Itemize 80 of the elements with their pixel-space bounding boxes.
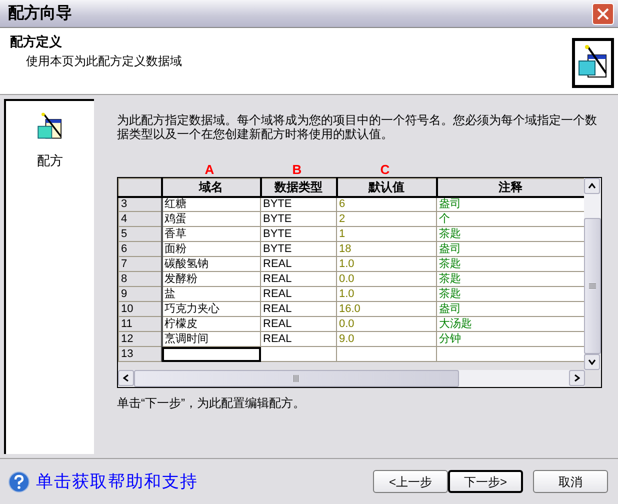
table-cell: 2 xyxy=(336,212,436,226)
hint-text: 单击“下一步”，为此配置编辑配方。 xyxy=(117,395,306,412)
table-cell: 柠檬皮 xyxy=(162,316,260,332)
table-cell: 1 xyxy=(336,226,436,242)
table-cell: 1.0 xyxy=(336,286,436,302)
table-cell: 16.0 xyxy=(336,302,436,316)
table-cell: 茶匙 xyxy=(436,226,584,242)
table-cell: BYTE xyxy=(260,212,336,226)
table-cell: 茶匙 xyxy=(436,256,584,272)
wizard-icon xyxy=(572,38,614,88)
table-cell: REAL xyxy=(260,302,336,316)
page-subtitle: 使用本页为此配方定义数据域 xyxy=(25,52,182,70)
table-cell: REAL xyxy=(260,272,336,286)
table-cell: 0.0 xyxy=(336,272,436,286)
table-cell: REAL xyxy=(260,286,336,302)
column-header[interactable]: 默认值 xyxy=(336,178,436,196)
instructions-text: 为此配方指定数据域。每个域将成为您的项目中的一个符号名。您必须为每个域指定一个数据类型以及一个在您创建新配方时将使用的默认值。 xyxy=(117,113,598,141)
table-cell: 盎司 xyxy=(436,242,584,256)
table-cell: 香草 xyxy=(162,226,260,242)
chevron-left-icon xyxy=(123,374,129,382)
window-title: 配方向导 xyxy=(8,3,72,24)
column-marker: C xyxy=(379,163,391,177)
row-number[interactable]: 7 xyxy=(118,256,162,272)
table-cell: 茶匙 xyxy=(436,272,584,286)
input-field[interactable] xyxy=(162,346,260,362)
table-cell: 烹调时间 xyxy=(162,332,260,346)
table-cell: REAL xyxy=(260,332,336,346)
chevron-up-icon xyxy=(588,183,596,189)
column-marker: B xyxy=(291,163,303,177)
row-number[interactable]: 11 xyxy=(118,316,162,332)
row-number[interactable]: 5 xyxy=(118,226,162,242)
table-cell: REAL xyxy=(260,316,336,332)
help-icon xyxy=(8,470,30,492)
scroll-down-button[interactable] xyxy=(584,354,600,370)
wizard-button[interactable]: 取消 xyxy=(533,470,608,493)
close-button[interactable] xyxy=(592,2,614,24)
table-cell: 碳酸氢钠 xyxy=(162,256,260,272)
table-cell: 0.0 xyxy=(336,316,436,332)
table-cell: REAL xyxy=(260,256,336,272)
table-cell: 9.0 xyxy=(336,332,436,346)
close-icon xyxy=(597,8,609,20)
table-cell: 鸡蛋 xyxy=(162,212,260,226)
help-link[interactable]: 单击获取帮助和支持 xyxy=(36,468,198,494)
row-number[interactable]: 13 xyxy=(118,346,162,362)
wizard-button[interactable]: <上一步 xyxy=(373,470,448,493)
row-number[interactable]: 4 xyxy=(118,212,162,226)
scroll-right-button[interactable] xyxy=(569,370,585,386)
table-cell: 18 xyxy=(336,242,436,256)
scroll-thumb[interactable] xyxy=(134,370,459,387)
chevron-down-icon xyxy=(588,359,596,365)
table-cell: 大汤匙 xyxy=(436,316,584,332)
table-cell: BYTE xyxy=(260,226,336,242)
column-header[interactable]: 注释 xyxy=(436,178,584,196)
row-number[interactable]: 10 xyxy=(118,302,162,316)
table-cell: 面粉 xyxy=(162,242,260,256)
wizard-button[interactable]: 下一步> xyxy=(448,470,523,493)
row-number[interactable]: 12 xyxy=(118,332,162,346)
table-cell: 分钟 xyxy=(436,332,584,346)
table-cell: 巧克力夹心 xyxy=(162,302,260,316)
row-number[interactable]: 6 xyxy=(118,242,162,256)
row-number[interactable]: 9 xyxy=(118,286,162,302)
horizontal-scrollbar[interactable] xyxy=(118,370,585,387)
scroll-up-button[interactable] xyxy=(584,178,600,194)
vertical-scrollbar[interactable] xyxy=(584,178,601,370)
column-header[interactable]: 域名 xyxy=(162,178,260,196)
table-cell: 盎司 xyxy=(436,302,584,316)
column-marker: A xyxy=(204,163,216,177)
sidebar-item[interactable]: 配方 xyxy=(37,151,63,170)
table-cell: BYTE xyxy=(260,242,336,256)
scroll-thumb[interactable] xyxy=(584,218,601,354)
table-cell: 1.0 xyxy=(336,256,436,272)
scroll-left-button[interactable] xyxy=(118,370,134,386)
column-header[interactable]: 数据类型 xyxy=(260,178,336,196)
table-cell: 发酵粉 xyxy=(162,272,260,286)
table-cell: 茶匙 xyxy=(436,286,584,302)
chevron-right-icon xyxy=(574,374,580,382)
row-number[interactable]: 8 xyxy=(118,272,162,286)
table-cell: 盐 xyxy=(162,286,260,302)
table-cell: 个 xyxy=(436,212,584,226)
page-title: 配方定义 xyxy=(10,33,63,51)
